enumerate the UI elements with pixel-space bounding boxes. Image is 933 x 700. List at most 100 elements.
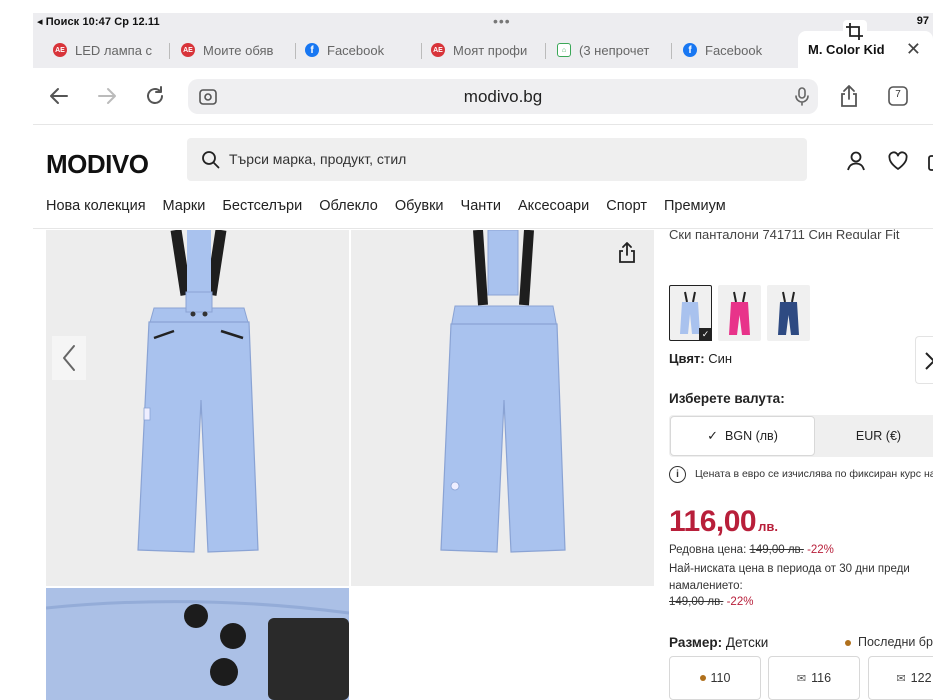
regular-price-line: Редовна цена: 149,00 лв. -22% bbox=[669, 544, 834, 556]
regular-discount: -22% bbox=[807, 544, 834, 556]
lowest-price-line: 149,00 лв. -22% bbox=[669, 596, 753, 608]
tab-5[interactable]: ⌂ (3 непрочет bbox=[557, 37, 672, 63]
close-tab-icon[interactable]: ✕ bbox=[906, 39, 921, 60]
color-swatch-navy[interactable] bbox=[767, 285, 810, 341]
low-stock-dot-icon bbox=[845, 639, 851, 646]
battery-level: 97 bbox=[916, 15, 929, 27]
forward-button[interactable] bbox=[93, 82, 121, 110]
tab-1[interactable]: AE LED лампа с bbox=[53, 37, 173, 63]
color-swatch-pink[interactable] bbox=[718, 285, 761, 341]
tab-label: LED лампа с bbox=[75, 42, 153, 58]
envelope-icon: ✉ bbox=[896, 672, 906, 685]
share-icon bbox=[619, 242, 635, 263]
microphone-icon[interactable] bbox=[794, 86, 810, 111]
tab-label: Моят профи bbox=[453, 42, 528, 58]
tab-label: Facebook bbox=[705, 42, 763, 58]
tab-label: (3 непрочет bbox=[579, 42, 650, 58]
low-stock-dot-icon bbox=[699, 675, 706, 681]
share-button[interactable] bbox=[835, 82, 863, 110]
euro-note-text: Цената в евро се изчислява по фиксиран к… bbox=[695, 468, 933, 480]
lowest-discount: -22% bbox=[726, 596, 754, 608]
search-input[interactable] bbox=[229, 148, 789, 170]
site-search[interactable] bbox=[187, 138, 807, 181]
size-label-value: Детски bbox=[725, 635, 769, 650]
color-swatch-blue[interactable]: ✓ bbox=[669, 285, 712, 341]
product-image-front[interactable] bbox=[46, 230, 349, 586]
currency-eur-label: EUR (€) bbox=[855, 429, 902, 443]
color-info: Цвят: Син bbox=[669, 351, 732, 366]
tab-bar: AE LED лампа с AE Моите обяв f Facebook … bbox=[33, 31, 933, 68]
last-pieces-text: Последни бр bbox=[858, 635, 933, 649]
crop-icon[interactable] bbox=[843, 20, 867, 42]
back-button[interactable] bbox=[45, 82, 73, 110]
product-price: 116,00 лв. bbox=[669, 505, 778, 539]
search-icon bbox=[201, 150, 220, 174]
nav-clothing[interactable]: Облекло bbox=[319, 198, 378, 214]
tab-label: Моите обяв bbox=[203, 42, 274, 58]
product-image-detail[interactable] bbox=[46, 588, 349, 700]
product-image-back[interactable] bbox=[351, 230, 654, 586]
nav-bestsellers[interactable]: Бестселъри bbox=[222, 198, 302, 214]
forward-arrow-icon bbox=[98, 88, 116, 104]
lowest-price-label: Най-ниската цена в периода от 30 дни пре… bbox=[669, 563, 910, 592]
url-text[interactable]: modivo.bg bbox=[188, 87, 818, 107]
gallery-prev-button[interactable] bbox=[52, 336, 86, 380]
frame-top bbox=[0, 0, 933, 13]
size-option-122[interactable]: ✉ 122 bbox=[868, 656, 933, 700]
last-pieces-note: Последни бр bbox=[845, 635, 933, 649]
tab-6[interactable]: f Facebook bbox=[683, 37, 793, 63]
tab-4[interactable]: AE Моят профи bbox=[431, 37, 546, 63]
color-value: Син bbox=[708, 351, 733, 366]
nav-bags[interactable]: Чанти bbox=[461, 198, 501, 214]
regular-price-value: 149,00 лв. bbox=[749, 544, 804, 556]
gallery-next-button[interactable] bbox=[915, 336, 933, 384]
lowest-price-value: 149,00 лв. bbox=[669, 596, 724, 608]
size-label: Размер: Детски bbox=[669, 635, 768, 650]
currency-eur-button[interactable]: EUR (€) bbox=[815, 416, 933, 456]
envelope-icon: ✉ bbox=[796, 672, 807, 685]
nav-sport[interactable]: Спорт bbox=[606, 198, 647, 214]
nav-shoes[interactable]: Обувки bbox=[395, 198, 444, 214]
regular-price-label: Редовна цена: bbox=[669, 544, 747, 556]
site-logo[interactable]: MODIVO bbox=[46, 149, 149, 180]
tab-label: M. Color Kid bbox=[808, 42, 885, 57]
status-bar: ◂ Поиск 10:47 Ср 12.11 ••• 97 bbox=[33, 13, 933, 31]
tab-divider bbox=[545, 43, 546, 59]
info-icon: i bbox=[669, 465, 686, 483]
nav-new-collection[interactable]: Нова колекция bbox=[46, 198, 146, 214]
address-bar[interactable]: modivo.bg bbox=[188, 79, 818, 114]
size-label-title: Размер: bbox=[669, 635, 723, 650]
size-option-110[interactable]: 110 bbox=[669, 656, 761, 700]
facebook-icon: f bbox=[683, 43, 697, 57]
tab-3[interactable]: f Facebook bbox=[305, 37, 420, 63]
reload-icon bbox=[147, 86, 163, 104]
tab-2[interactable]: AE Моите обяв bbox=[181, 37, 296, 63]
category-nav: Нова колекция Марки Бестселъри Облекло О… bbox=[46, 198, 743, 214]
currency-label: Изберете валута: bbox=[669, 391, 785, 406]
size-label-text: 122 bbox=[910, 671, 932, 685]
product-share-button[interactable] bbox=[614, 240, 640, 266]
house-icon: ⌂ bbox=[557, 43, 571, 57]
nav-brands[interactable]: Марки bbox=[163, 198, 206, 214]
account-icon[interactable] bbox=[845, 150, 867, 172]
color-label: Цвят: bbox=[669, 351, 705, 366]
chevron-right-icon bbox=[925, 352, 933, 370]
size-option-116[interactable]: ✉ 116 bbox=[768, 656, 860, 700]
price-value: 116,00 bbox=[669, 505, 757, 538]
tab-divider bbox=[295, 43, 296, 59]
cart-icon[interactable] bbox=[926, 150, 933, 172]
browser-toolbar: modivo.bg 7 bbox=[33, 68, 933, 125]
nav-accessories[interactable]: Аксесоари bbox=[518, 198, 589, 214]
multitask-dots[interactable]: ••• bbox=[493, 13, 511, 29]
aliexpress-icon: AE bbox=[181, 43, 195, 57]
wishlist-icon[interactable] bbox=[887, 150, 909, 172]
tab-count: 7 bbox=[895, 89, 901, 100]
facebook-icon: f bbox=[305, 43, 319, 57]
chevron-left-icon bbox=[63, 345, 75, 371]
tab-divider bbox=[421, 43, 422, 59]
nav-premium[interactable]: Премиум bbox=[664, 198, 726, 214]
currency-bgn-button[interactable]: ✓ BGN (лв) bbox=[670, 416, 815, 456]
reload-button[interactable] bbox=[141, 82, 169, 110]
tabs-button[interactable]: 7 bbox=[884, 82, 912, 110]
size-label-text: 110 bbox=[710, 671, 731, 685]
